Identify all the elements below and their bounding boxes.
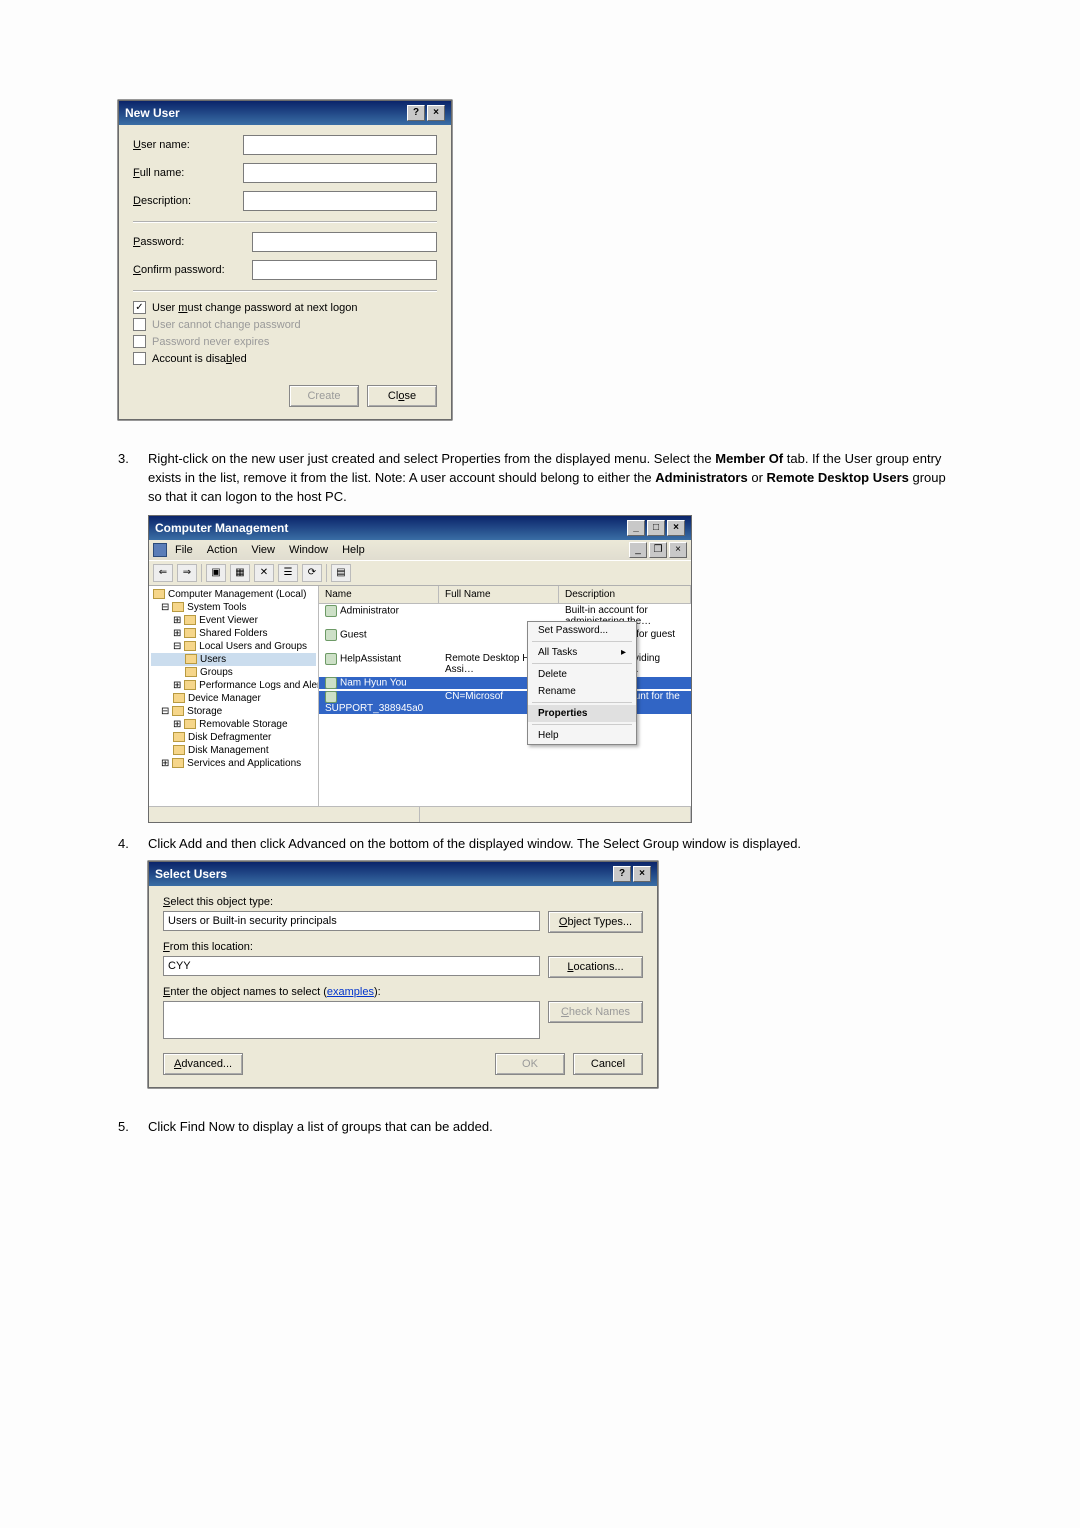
- label-cannot-change: User cannot change password: [152, 319, 301, 331]
- chk-account-disabled[interactable]: [133, 352, 146, 365]
- label-password: Password:: [133, 236, 252, 248]
- cancel-button[interactable]: Cancel: [573, 1053, 643, 1075]
- forward-icon[interactable]: ⇒: [177, 564, 197, 582]
- label-full-name: Full name:: [133, 167, 243, 179]
- close-icon[interactable]: ×: [633, 866, 651, 882]
- up-icon[interactable]: ▣: [206, 564, 226, 582]
- new-user-dialog: New User ? × User name: Full name: Descr…: [118, 100, 452, 420]
- computer-management-window: Computer Management _ □ × File Action Vi…: [148, 515, 692, 823]
- label-enter-names: Enter the object names to select (exampl…: [163, 986, 643, 998]
- chk-must-change[interactable]: ✓: [133, 301, 146, 314]
- object-type-field[interactable]: Users or Built-in security principals: [163, 911, 540, 931]
- chk-cannot-change: [133, 318, 146, 331]
- col-name[interactable]: Name: [319, 586, 439, 603]
- tree-users[interactable]: Users: [151, 653, 316, 666]
- ctx-help[interactable]: Help: [528, 727, 636, 744]
- minimize-icon[interactable]: _: [627, 520, 645, 536]
- mmc-toolbar: ⇐ ⇒ ▣ ▦ ✕ ☰ ⟳ ▤: [149, 560, 691, 586]
- child-restore-icon[interactable]: ❐: [649, 542, 667, 558]
- close-icon[interactable]: ×: [427, 105, 445, 121]
- mmc-menubar: File Action View Window Help _ ❐ ×: [149, 540, 691, 560]
- help-icon[interactable]: ?: [407, 105, 425, 121]
- create-button: Create: [289, 385, 359, 407]
- col-description[interactable]: Description: [559, 586, 691, 603]
- label-from-location: From this location:: [163, 941, 643, 953]
- label-never-expires: Password never expires: [152, 336, 269, 348]
- new-user-titlebar: New User ? ×: [119, 101, 451, 125]
- mmc-tree[interactable]: Computer Management (Local) ⊟ System Too…: [149, 586, 319, 806]
- ctx-all-tasks[interactable]: All Tasks▸: [528, 644, 636, 661]
- label-must-change: User must change password at next logon: [152, 302, 357, 314]
- menu-file[interactable]: File: [169, 542, 199, 558]
- ok-button: OK: [495, 1053, 565, 1075]
- help-icon[interactable]: ?: [613, 866, 631, 882]
- description-input[interactable]: [243, 191, 437, 211]
- back-icon[interactable]: ⇐: [153, 564, 173, 582]
- ctx-delete[interactable]: Delete: [528, 666, 636, 683]
- child-minimize-icon[interactable]: _: [629, 542, 647, 558]
- select-users-dialog: Select Users ? × Select this object type…: [148, 861, 658, 1088]
- maximize-icon[interactable]: □: [647, 520, 665, 536]
- label-account-disabled: Account is disabled: [152, 353, 247, 365]
- locations-button[interactable]: Locations...: [548, 956, 643, 978]
- step-4: 4. Click Add and then click Advanced on …: [118, 835, 962, 854]
- ctx-set-password[interactable]: Set Password...: [528, 622, 636, 639]
- label-confirm-password: Confirm password:: [133, 264, 252, 276]
- label-object-type: Select this object type:: [163, 896, 643, 908]
- mmc-title: Computer Management: [155, 521, 288, 535]
- delete-icon[interactable]: ✕: [254, 564, 274, 582]
- properties-icon[interactable]: ☰: [278, 564, 298, 582]
- label-user-name: User name:: [133, 139, 243, 151]
- user-name-input[interactable]: [243, 135, 437, 155]
- export-icon[interactable]: ▤: [331, 564, 351, 582]
- menu-action[interactable]: Action: [201, 542, 244, 558]
- mmc-app-icon: [153, 543, 167, 557]
- context-menu: Set Password... All Tasks▸ Delete Rename…: [527, 621, 637, 745]
- mmc-statusbar: [149, 806, 691, 822]
- select-users-title: Select Users: [155, 867, 227, 881]
- close-icon[interactable]: ×: [667, 520, 685, 536]
- location-field[interactable]: CYY: [163, 956, 540, 976]
- menu-view[interactable]: View: [245, 542, 281, 558]
- show-pane-icon[interactable]: ▦: [230, 564, 250, 582]
- ctx-rename[interactable]: Rename: [528, 683, 636, 700]
- check-names-button: Check Names: [548, 1001, 643, 1023]
- refresh-icon[interactable]: ⟳: [302, 564, 322, 582]
- close-button[interactable]: Close: [367, 385, 437, 407]
- object-names-input[interactable]: [163, 1001, 540, 1039]
- step-3: 3. Right-click on the new user just crea…: [118, 450, 962, 507]
- chk-never-expires: [133, 335, 146, 348]
- menu-help[interactable]: Help: [336, 542, 371, 558]
- object-types-button[interactable]: Object Types...: [548, 911, 643, 933]
- menu-window[interactable]: Window: [283, 542, 334, 558]
- password-input[interactable]: [252, 232, 437, 252]
- confirm-password-input[interactable]: [252, 260, 437, 280]
- ctx-properties[interactable]: Properties: [528, 705, 636, 722]
- label-description: Description:: [133, 195, 243, 207]
- examples-link[interactable]: examples: [327, 986, 374, 998]
- advanced-button[interactable]: Advanced...: [163, 1053, 243, 1075]
- child-close-icon[interactable]: ×: [669, 542, 687, 558]
- full-name-input[interactable]: [243, 163, 437, 183]
- new-user-title: New User: [125, 106, 180, 120]
- col-full-name[interactable]: Full Name: [439, 586, 559, 603]
- step-5: 5. Click Find Now to display a list of g…: [118, 1118, 962, 1137]
